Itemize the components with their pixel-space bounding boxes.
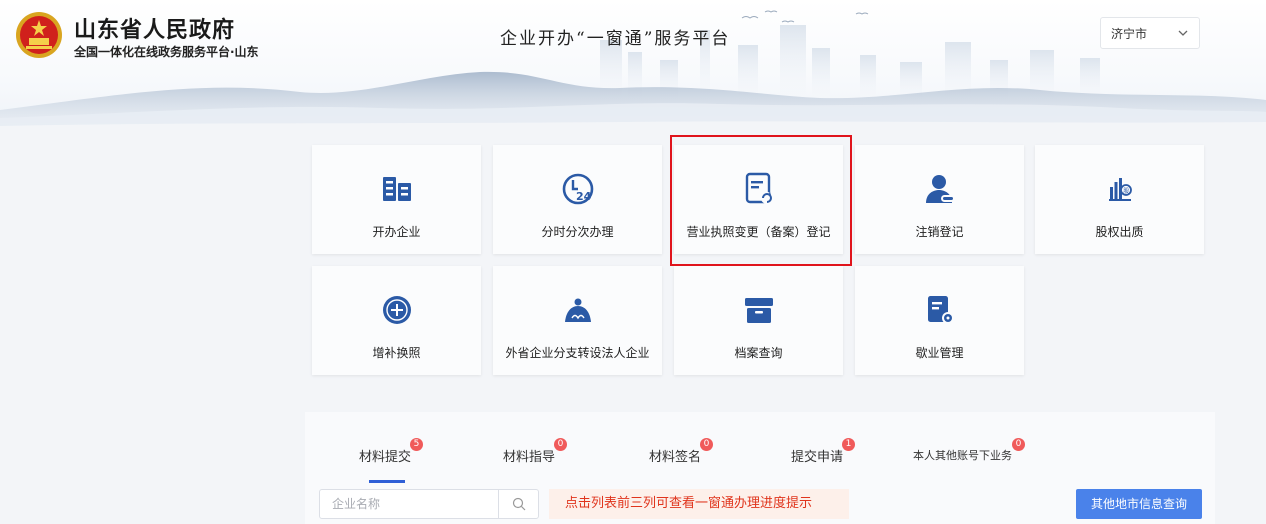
tab-other-accounts[interactable]: 本人其他账号下业务 0 [913, 438, 1025, 463]
svg-text:股: 股 [1123, 188, 1129, 195]
service-tile-archive-query[interactable]: 档案查询 [674, 266, 843, 375]
service-tile-branch-conversion[interactable]: 外省企业分支转设法人企业 [493, 266, 662, 375]
service-label: 注销登记 [915, 225, 964, 239]
chevron-down-icon [1178, 30, 1188, 36]
clock-24-icon: 24 [562, 173, 593, 205]
service-label: 开办企业 [372, 225, 421, 239]
service-label: 歇业管理 [915, 346, 964, 360]
svg-text:24: 24 [576, 190, 592, 203]
tab-label: 本人其他账号下业务 [913, 449, 1012, 462]
tab-material-guide[interactable]: 材料指导 0 [503, 438, 568, 465]
tab-bar: 材料提交 5 材料指导 0 材料签名 0 提交申请 1 本人其他账号下业务 0 [305, 438, 1215, 476]
tab-material-submit[interactable]: 材料提交 5 [359, 438, 424, 465]
service-tile-phased-processing[interactable]: 24 分时分次办理 [493, 145, 662, 254]
tab-badge: 0 [554, 438, 568, 451]
company-name-input[interactable] [320, 490, 498, 518]
tab-label: 提交申请 [791, 450, 844, 465]
archive-box-icon [744, 298, 773, 323]
platform-title: 企业开办“一窗通”服务平台 [500, 29, 731, 49]
service-tile-license-reissue[interactable]: 增补换照 [312, 266, 481, 375]
service-tile-open-business[interactable]: 开办企业 [312, 145, 481, 254]
tab-label: 材料签名 [649, 450, 702, 465]
tab-badge: 5 [410, 438, 424, 451]
gov-subtitle: 全国一体化在线政务服务平台·山东 [74, 45, 259, 59]
service-label: 股权出质 [1095, 225, 1144, 239]
tab-label: 材料指导 [503, 450, 556, 465]
search-button[interactable] [498, 490, 538, 518]
plus-circle-icon [382, 296, 411, 324]
tab-badge: 0 [1012, 438, 1025, 451]
document-gear-icon [927, 296, 954, 324]
city-select[interactable]: 济宁市 [1100, 17, 1200, 49]
active-tab-indicator [369, 480, 405, 483]
other-city-query-button[interactable]: 其他地市信息查询 [1076, 489, 1202, 519]
progress-tip: 点击列表前三列可查看一窗通办理进度提示 [549, 489, 849, 519]
service-tile-license-change[interactable]: 营业执照变更（备案）登记 [674, 145, 843, 254]
equity-chart-icon: 股 [1108, 178, 1132, 201]
tab-badge: 1 [842, 438, 856, 451]
gov-title: 山东省人民政府 [74, 18, 236, 43]
branch-transfer-icon [564, 298, 591, 322]
service-tile-suspension-management[interactable]: 歇业管理 [855, 266, 1024, 375]
user-remove-icon [925, 175, 955, 203]
national-emblem-icon [16, 12, 62, 58]
building-icon [382, 177, 411, 201]
service-label: 增补换照 [372, 346, 421, 360]
service-tile-deregistration[interactable]: 注销登记 [855, 145, 1024, 254]
tab-badge: 0 [700, 438, 714, 451]
service-tile-equity-pledge[interactable]: 股 股权出质 [1035, 145, 1204, 254]
document-refresh-icon [745, 172, 773, 204]
search-icon [512, 497, 525, 511]
service-label: 分时分次办理 [541, 225, 614, 239]
tab-submit-application[interactable]: 提交申请 1 [791, 438, 856, 465]
service-label: 营业执照变更（备案）登记 [686, 225, 831, 239]
service-label: 档案查询 [734, 346, 783, 360]
city-select-value: 济宁市 [1111, 26, 1148, 41]
company-search [319, 489, 539, 519]
business-panel: 材料提交 5 材料指导 0 材料签名 0 提交申请 1 本人其他账号下业务 0 … [305, 412, 1215, 524]
header: 山东省人民政府 全国一体化在线政务服务平台·山东 企业开办“一窗通”服务平台 济… [0, 0, 1266, 135]
tab-material-sign[interactable]: 材料签名 0 [649, 438, 714, 465]
service-label: 外省企业分支转设法人企业 [505, 346, 650, 360]
tab-label: 材料提交 [359, 450, 412, 465]
